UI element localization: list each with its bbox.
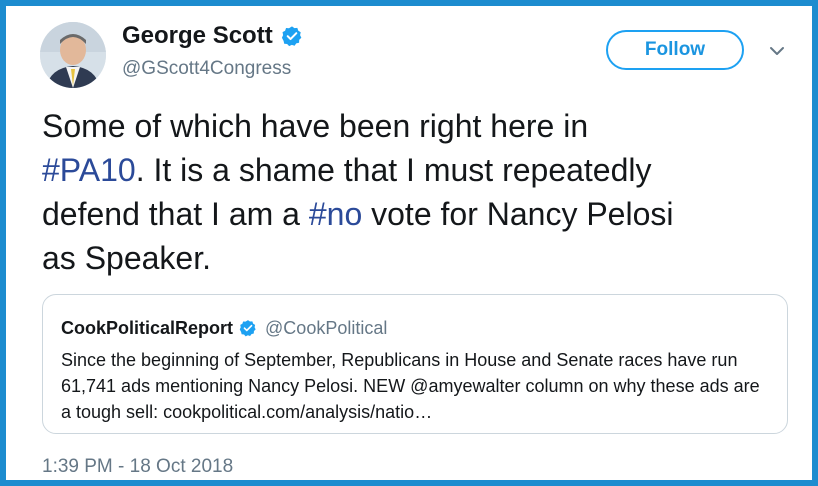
chevron-down-icon[interactable] bbox=[768, 42, 786, 60]
tweet-frame: George Scott @GScott4Congress Follow Som… bbox=[0, 0, 818, 486]
hashtag-link-no[interactable]: #no bbox=[309, 196, 362, 232]
quoted-tweet-header: CookPoliticalReport @CookPolitical bbox=[61, 315, 769, 341]
quoted-author-handle: @CookPolitical bbox=[265, 317, 388, 338]
author-name-row: George Scott bbox=[122, 22, 303, 50]
author-handle[interactable]: @GScott4Congress bbox=[122, 58, 291, 80]
verified-badge-icon bbox=[281, 26, 302, 47]
tweet-timestamp[interactable]: 1:39 PM - 18 Oct 2018 bbox=[42, 456, 233, 478]
tweet-text-line3-start: defend that I am a bbox=[42, 196, 309, 232]
verified-badge-icon bbox=[239, 320, 256, 337]
tweet-text: Some of which have been right here in #P… bbox=[42, 104, 802, 280]
author-display-name[interactable]: George Scott bbox=[122, 22, 273, 50]
quoted-tweet-text: Since the beginning of September, Republ… bbox=[61, 350, 760, 422]
quoted-tweet-card[interactable]: CookPoliticalReport @CookPolitical Since… bbox=[42, 294, 788, 434]
avatar-image bbox=[40, 22, 106, 88]
tweet-text-line2: . It is a shame that I must repeatedly bbox=[135, 152, 652, 188]
quoted-author-name: CookPoliticalReport bbox=[61, 317, 234, 338]
tweet-text-line1: Some of which have been right here in bbox=[42, 108, 589, 144]
hashtag-link-pa10[interactable]: #PA10 bbox=[42, 152, 136, 188]
follow-button[interactable]: Follow bbox=[606, 30, 744, 70]
avatar[interactable] bbox=[40, 22, 106, 88]
tweet-text-line3-rest: vote for Nancy Pelosi bbox=[362, 196, 674, 232]
tweet-text-line4: as Speaker. bbox=[42, 240, 211, 276]
